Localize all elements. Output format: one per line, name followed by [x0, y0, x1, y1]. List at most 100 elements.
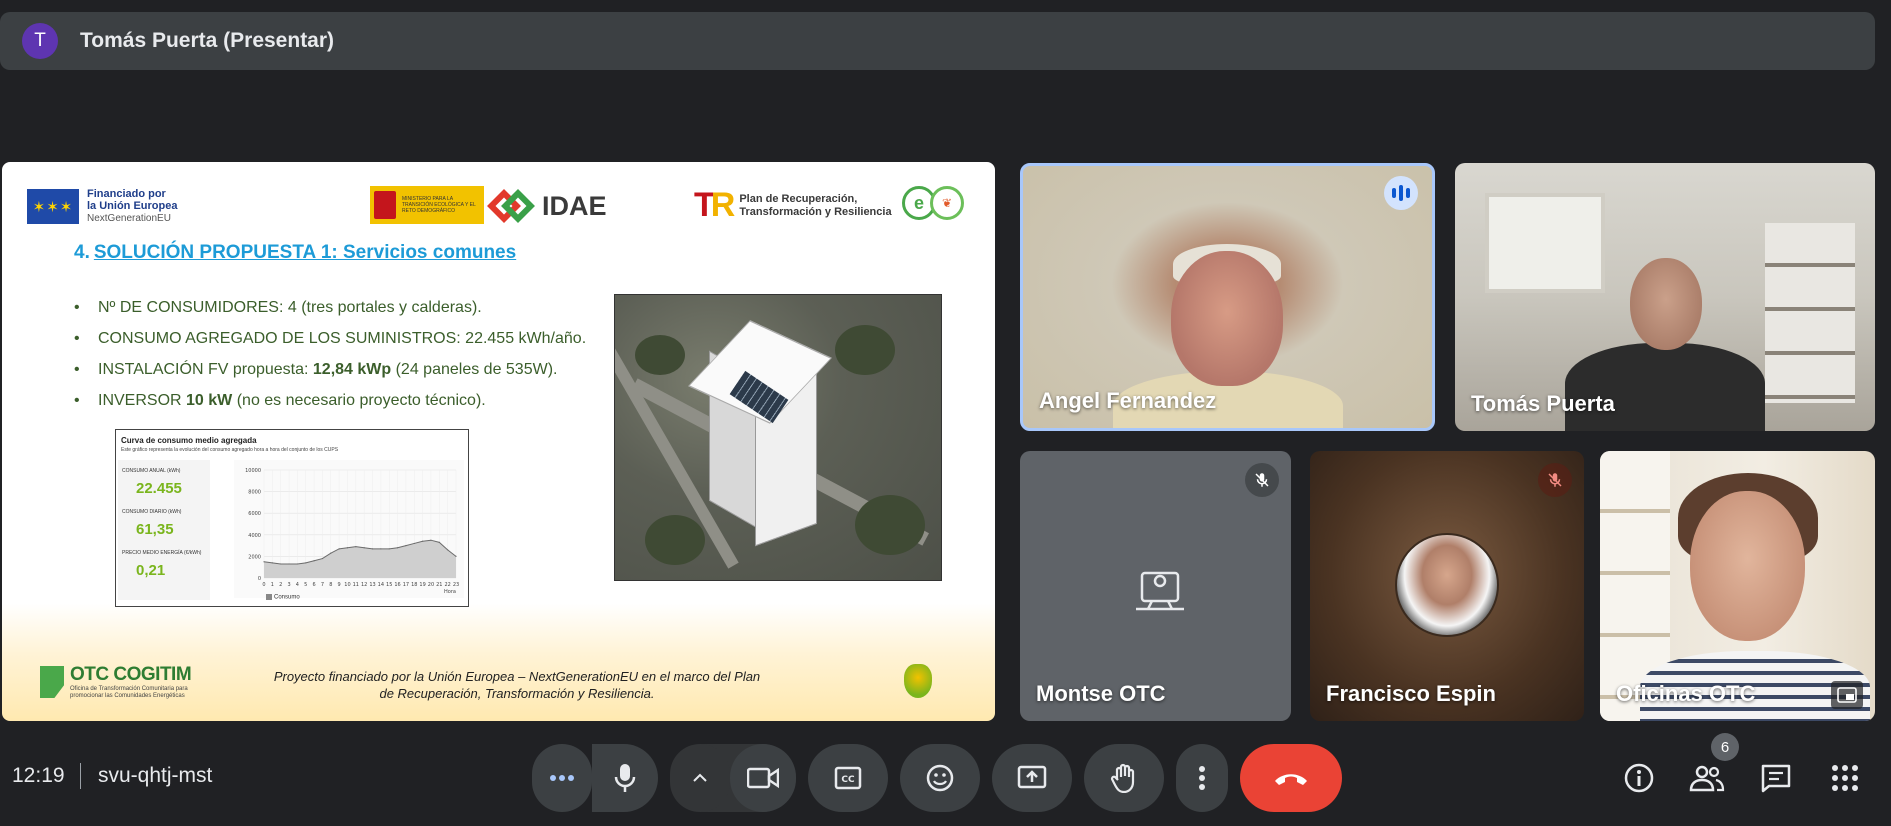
idae-logo: IDAE [487, 186, 607, 226]
chat-button[interactable] [1757, 759, 1795, 797]
data-point [438, 541, 440, 543]
data-point [430, 539, 432, 541]
ministerio-logo: MINISTERIO PARA LA TRANSICIÓN ECOLÓGICA … [370, 186, 484, 224]
idae-text: IDAE [542, 190, 607, 221]
present-screen-button[interactable] [992, 744, 1072, 812]
participant-tile-oficinas[interactable]: Oficinas OTC [1600, 451, 1875, 721]
x-tick-label: 11 [353, 582, 359, 588]
participant-name: Tomás Puerta [1471, 391, 1615, 416]
meeting-code: svu-qhtj-mst [98, 764, 213, 787]
data-point [422, 540, 424, 542]
chart-svg: 02000400060008000100000 1 2 3 4 5 6 7 8 9 10 11 12 13… [245, 468, 459, 595]
community-energy-icon [904, 664, 932, 698]
more-vert-icon [1199, 766, 1205, 790]
participant-tile-tomas[interactable]: Tomás Puerta [1455, 163, 1875, 431]
bullet-item: CONSUMO AGREGADO DE LOS SUMINISTROS: 22.… [74, 323, 586, 354]
y-tick-label: 6000 [248, 511, 261, 517]
data-point [355, 546, 357, 548]
camera-button[interactable] [730, 744, 796, 812]
raise-hand-button[interactable] [1084, 744, 1164, 812]
x-tick-label: 12 [361, 582, 367, 588]
meeting-details-button[interactable] [1620, 759, 1658, 797]
emoji-reactions-button[interactable] [900, 744, 980, 812]
spain-shield-icon [374, 191, 396, 219]
captions-button[interactable]: CC [808, 744, 888, 812]
chart-plot-area: 0 2000 4000 6000 8000 10000 0 1 2 3 4 5 6 7 8 9 10 11 12 13… [234, 460, 464, 598]
microphone-icon [614, 764, 636, 792]
x-tick-label: 9 [338, 582, 341, 588]
hang-up-icon [1275, 774, 1307, 785]
data-point [363, 547, 365, 549]
data-point [280, 563, 282, 565]
idae-mark-icon [487, 186, 538, 226]
x-tick-label: 13 [369, 582, 375, 588]
plan-line2: Transformación y Resiliencia [739, 205, 892, 218]
data-point [447, 549, 449, 551]
picture-in-picture-icon[interactable] [1831, 681, 1863, 709]
data-point [305, 562, 307, 564]
eco-logo: e ❦ [902, 186, 964, 220]
eu-logo: ✶✶✶ Financiado por la Unión Europea Next… [27, 188, 177, 225]
participant-name: Francisco Espin [1326, 681, 1496, 706]
eu-logo-line1: Financiado por [87, 188, 166, 200]
more-options-button[interactable] [1176, 744, 1228, 812]
participant-video [1171, 251, 1283, 386]
x-tick-label: 21 [436, 582, 442, 588]
shared-slide: ✶✶✶ Financiado por la Unión Europea Next… [2, 162, 995, 721]
mic-muted-icon [1245, 463, 1279, 497]
leave-call-button[interactable] [1240, 744, 1342, 812]
participant-tile-angel[interactable]: Angel Fernandez [1020, 163, 1435, 431]
video-camera-icon [747, 767, 779, 789]
otc-name: OTC COGITIM [70, 664, 192, 685]
series-area [264, 540, 456, 578]
data-point [271, 562, 273, 564]
participant-name: Montse OTC [1036, 681, 1166, 706]
info-icon [1624, 763, 1654, 793]
participant-video [1630, 258, 1702, 350]
slide-title-number: 4. [74, 242, 90, 263]
data-point [296, 563, 298, 565]
x-tick-label: 22 [444, 582, 450, 588]
bullet-item: INSTALACIÓN FV propuesta: 12,84 kWp (24 … [74, 354, 586, 385]
speaking-indicator-icon [1384, 176, 1418, 210]
microphone-button[interactable] [592, 744, 658, 812]
closed-captions-icon: CC [834, 766, 862, 790]
kpi-label: PRECIO MEDIO ENERGÍA (€/kWh) [122, 550, 202, 556]
data-point [380, 548, 382, 550]
legend-label: Consumo [274, 594, 300, 601]
presenter-bar: T Tomás Puerta (Presentar) [0, 12, 1875, 70]
bullet-item: Nº DE CONSUMIDORES: 4 (tres portales y c… [74, 292, 586, 323]
legend-swatch [266, 594, 272, 600]
x-tick-label: 14 [378, 582, 384, 588]
x-tick-label: 7 [321, 582, 324, 588]
participant-video [1690, 491, 1805, 641]
data-point [263, 561, 265, 563]
x-tick-label: 10 [344, 582, 350, 588]
eco-leaf-icon: ❦ [930, 186, 964, 220]
otc-cogitim-logo: OTC COGITIM Oficina de Transformación Co… [40, 664, 192, 700]
chart-title: Curva de consumo medio agregada [121, 436, 257, 445]
more-reactions-button[interactable] [532, 744, 592, 812]
activities-button[interactable] [1826, 759, 1864, 797]
kpi-label: CONSUMO ANUAL (kWh) [122, 468, 181, 474]
x-tick-label: 5 [304, 582, 307, 588]
otc-mark-icon [40, 666, 64, 698]
x-tick-label: 3 [287, 582, 290, 588]
data-point [288, 563, 290, 565]
x-tick-label: 1 [271, 582, 274, 588]
camera-options-button[interactable] [670, 744, 730, 812]
slide-bullets: Nº DE CONSUMIDORES: 4 (tres portales y c… [74, 292, 586, 416]
data-point [321, 557, 324, 560]
data-point [371, 548, 374, 550]
chart-legend: Consumo [266, 594, 300, 601]
eu-logo-line3: NextGenerationEU [87, 213, 171, 224]
chat-icon [1761, 764, 1791, 793]
bullet-item: INVERSOR 10 kW (no es necesario proyecto… [74, 385, 586, 416]
people-button[interactable] [1688, 759, 1726, 797]
presenter-title: Tomás Puerta (Presentar) [80, 29, 335, 52]
y-tick-label: 0 [258, 576, 261, 582]
chevron-up-icon [693, 773, 707, 782]
participant-tile-montse[interactable]: Montse OTC [1020, 451, 1291, 721]
participant-tile-francisco[interactable]: Francisco Espin [1310, 451, 1584, 721]
x-tick-label: 23 [453, 582, 459, 588]
